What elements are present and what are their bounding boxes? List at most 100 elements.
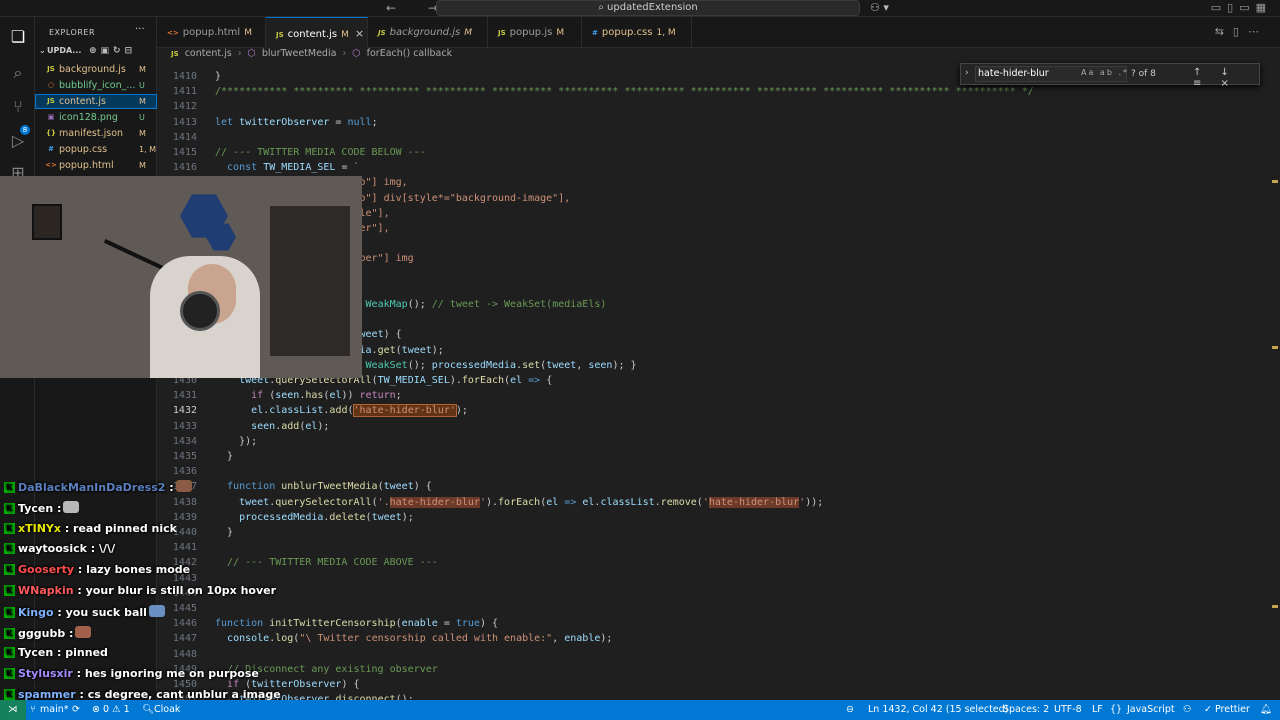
file-item[interactable]: ○ bubblify_icon_... U — [35, 78, 157, 93]
code-line[interactable]: 1446 function initTwitterCensorship(enabl… — [157, 616, 1267, 631]
cloak-label[interactable]: Cloak — [154, 702, 180, 718]
more-icon[interactable]: ··· — [135, 24, 145, 35]
copilot-status-icon[interactable]: ⚇ — [1183, 702, 1192, 718]
minimap-find-marker — [1272, 180, 1278, 183]
code-line[interactable]: 1444 — [157, 586, 1267, 601]
tab-content-js[interactable]: JS content.js M × — [266, 17, 368, 48]
line-number: 1431 — [172, 390, 197, 402]
explorer-actions[interactable]: ⊕▣↻⊟ — [89, 46, 136, 56]
code-line[interactable]: 1434 }); — [157, 434, 1267, 449]
layout-controls[interactable]: ▭▯▭▦ — [1211, 1, 1272, 14]
cloak-icon: 🔍︎ — [142, 704, 155, 715]
code-line[interactable]: 1443 — [157, 571, 1267, 586]
find-match-count: ? of 8 — [1131, 69, 1156, 79]
minimap-find-marker — [1272, 605, 1278, 608]
code-line[interactable]: 1437 function unblurTweetMedia(tweet) { — [157, 479, 1267, 494]
emote-icon — [75, 625, 92, 638]
breadcrumb-function[interactable]: blurTweetMedia — [262, 48, 337, 59]
code-line[interactable]: 1450 if (twitterObserver) { — [157, 677, 1267, 692]
code-line[interactable]: 1433 seen.add(el); — [157, 419, 1267, 434]
code-editor[interactable]: 1410} 1411 /*********** ********** *******… — [157, 61, 1280, 700]
tab-popup-css[interactable]: # popup.css 1, M — [582, 17, 692, 48]
file-item[interactable]: ▣ icon128.png U — [35, 110, 157, 125]
sync-icon[interactable]: ⟳ — [72, 702, 80, 718]
chat-text: : — [169, 481, 174, 494]
chat-username: DaBlackManInDaDress2 — [18, 481, 166, 494]
code-line[interactable]: 1441 — [157, 540, 1267, 555]
prettier-status[interactable]: ✓ Prettier — [1204, 702, 1250, 718]
chat-username: Stylusxir — [18, 667, 73, 681]
code-line[interactable]: 1440 } — [157, 525, 1267, 540]
explorer-icon[interactable]: ❏ — [8, 27, 28, 47]
code-line[interactable]: 1435 } — [157, 449, 1267, 464]
breadcrumb-callback[interactable]: forEach() callback — [367, 48, 452, 59]
code-text: el.classList.add('hate-hider-blur'); — [251, 404, 468, 418]
code-line[interactable]: 1432 el.classList.add('hate-hider-blur')… — [157, 403, 1267, 418]
tab-background-js[interactable]: JS background.js M — [368, 17, 488, 48]
find-options[interactable]: Aa ab .* — [1081, 68, 1129, 77]
problems-indicator[interactable]: ⊗ 0 ⚠ 1 — [92, 702, 130, 718]
code-line[interactable]: 1442 // --- TWITTER MEDIA CODE ABOVE --- — [157, 555, 1267, 570]
file-type-icon: # — [48, 145, 54, 153]
code-line[interactable]: 1411 /*********** ********** ********** *… — [157, 84, 1267, 99]
code-line[interactable]: 1431 if (seen.has(el)) return; — [157, 388, 1267, 403]
language-mode[interactable]: JavaScript — [1127, 702, 1175, 718]
cursor-position[interactable]: Ln 1432, Col 42 (15 selected) — [868, 702, 1008, 718]
indentation[interactable]: Spaces: 2 — [1003, 702, 1049, 718]
code-line[interactable]: 1416 const TW_MEDIA_SEL = ` — [157, 160, 1267, 175]
git-status: M — [139, 97, 146, 106]
find-buttons[interactable]: ↑ ↓ ≡ × — [1193, 67, 1259, 89]
chat-username: Tycen — [18, 501, 54, 515]
notifications-icon[interactable]: 🔔︎ — [1260, 702, 1272, 718]
remote-button[interactable]: ⋊ — [0, 700, 26, 720]
chat-text: : — [69, 626, 74, 640]
code-line[interactable]: 1445 — [157, 601, 1267, 616]
line-ending[interactable]: LF — [1092, 702, 1103, 718]
code-line[interactable]: 1436 — [157, 464, 1267, 479]
file-type-icon: <> — [45, 161, 57, 169]
chat-username: Gooserty — [18, 563, 75, 577]
tab-label: background.js — [389, 27, 461, 38]
file-item[interactable]: # popup.css 1, M — [35, 142, 157, 157]
file-type-icon: ○ — [47, 81, 55, 89]
tab-popup-js[interactable]: JS popup.js M — [488, 17, 582, 48]
close-icon[interactable]: × — [355, 27, 364, 40]
run-debug-icon[interactable]: ▷ — [8, 131, 28, 151]
file-item[interactable]: JS content.js M — [35, 94, 157, 109]
copilot-icon[interactable]: ⚇ ▾ — [870, 1, 889, 14]
git-status: M — [139, 65, 146, 74]
chat-message: K Gooserty : lazy bones mode — [4, 563, 190, 581]
code-line[interactable]: 1449 // Disconnect any existing observer — [157, 662, 1267, 677]
code-line[interactable]: 1451 twitterObserver.disconnect(); — [157, 692, 1267, 700]
code-line[interactable]: 1413 let twitterObserver = null; — [157, 115, 1267, 130]
code-line[interactable]: 1438 tweet.querySelectorAll('.hate-hider… — [157, 495, 1267, 510]
emote-icon — [148, 604, 165, 617]
command-center[interactable]: ⌕ updatedExtension — [436, 0, 860, 16]
chat-message: K Kingo : you suck ball — [4, 604, 165, 623]
breadcrumb[interactable]: JS content.js › ⬡ blurTweetMedia › ⬡ for… — [157, 48, 957, 61]
remote-icon: ⋊ — [8, 704, 18, 715]
file-item[interactable]: JS background.js M — [35, 62, 157, 77]
breadcrumb-file[interactable]: content.js — [185, 48, 232, 59]
chat-text: : your blur is still on 10px hover — [77, 584, 277, 597]
source-control-icon[interactable]: ⑂ — [8, 97, 28, 117]
line-number: 1411 — [172, 86, 197, 98]
code-line[interactable]: 1415 // --- TWITTER MEDIA CODE BELOW --- — [157, 145, 1267, 160]
code-line[interactable]: 1448 — [157, 647, 1267, 662]
branch-name[interactable]: main* — [40, 702, 69, 718]
editor-actions[interactable]: ⇆▯⋯ — [1215, 25, 1268, 38]
file-item[interactable]: <> popup.html M — [35, 158, 157, 173]
encoding[interactable]: UTF-8 — [1054, 702, 1082, 718]
line-number: 1432 — [172, 405, 197, 417]
tab-popup-html[interactable]: <> popup.html M — [157, 17, 266, 48]
minimap-find-marker — [1272, 346, 1278, 349]
search-icon[interactable]: ⌕ — [8, 63, 28, 83]
code-line[interactable]: 1439 processedMedia.delete(tweet); — [157, 510, 1267, 525]
git-status: U — [139, 81, 145, 90]
code-line[interactable]: 1414 — [157, 130, 1267, 145]
code-line[interactable]: 1447 console.log("\ Twitter censorship c… — [157, 631, 1267, 646]
chevron-right-icon[interactable]: › — [965, 68, 969, 78]
file-item[interactable]: {} manifest.json M — [35, 126, 157, 141]
code-line[interactable]: 1412 — [157, 99, 1267, 114]
workspace-section[interactable]: ⌄UPDA... ⊕▣↻⊟ — [39, 46, 157, 60]
